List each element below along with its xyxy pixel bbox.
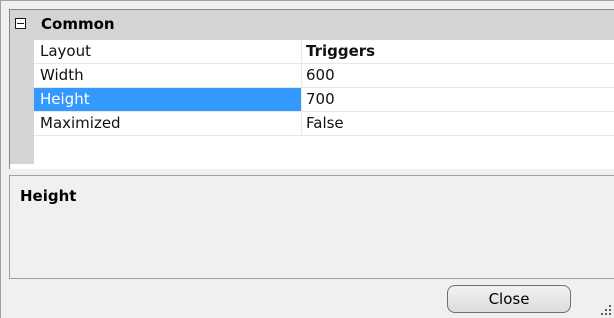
category-label: Common	[41, 15, 115, 33]
property-value[interactable]: 700	[303, 88, 614, 111]
property-row-height[interactable]: Height 700	[34, 88, 614, 112]
dialog-window: Common Layout Triggers Width 600 Height …	[0, 0, 614, 318]
description-title: Height	[20, 187, 77, 205]
resize-grip-icon[interactable]	[599, 301, 613, 315]
property-value[interactable]: 600	[303, 64, 614, 87]
property-name: Width	[34, 64, 302, 87]
close-button[interactable]: Close	[447, 285, 571, 313]
property-name: Layout	[34, 40, 302, 63]
property-name: Maximized	[34, 112, 302, 135]
grid-margin-strip	[10, 40, 34, 169]
property-value[interactable]: False	[303, 112, 614, 135]
property-grid: Common Layout Triggers Width 600 Height …	[9, 9, 614, 169]
property-row-maximized[interactable]: Maximized False	[34, 112, 614, 136]
category-row-common[interactable]: Common	[10, 10, 614, 40]
description-pane: Height	[9, 175, 614, 279]
property-value[interactable]: Triggers	[303, 40, 614, 63]
property-name: Height	[34, 88, 302, 111]
property-row-layout[interactable]: Layout Triggers	[34, 40, 614, 64]
collapse-box-icon[interactable]	[15, 18, 26, 29]
property-row-width[interactable]: Width 600	[34, 64, 614, 88]
